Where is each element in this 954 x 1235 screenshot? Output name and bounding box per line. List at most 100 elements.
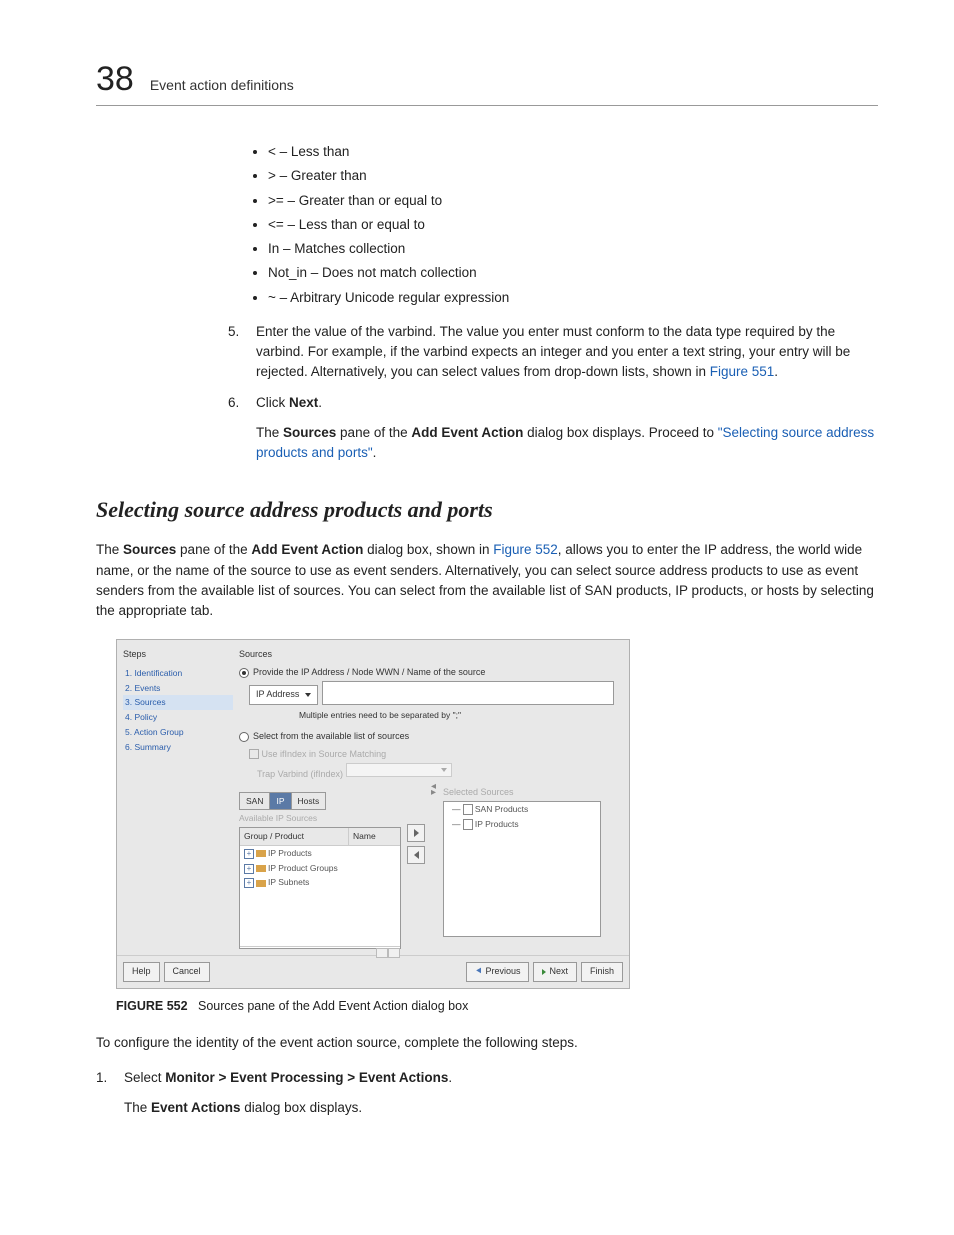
body-text: dialog box displays. Proceed to [523,425,717,440]
tree-item: IP Products [475,819,519,829]
steps-title: Steps [123,648,233,662]
scroll-left-button[interactable] [376,948,388,958]
body-text: Click [256,395,289,410]
chevron-down-icon [441,768,447,772]
wizard-step[interactable]: 5. Action Group [123,725,233,740]
page-number: 38 [96,60,134,99]
body-text: pane of the [336,425,411,440]
step-1: 1. Select Monitor > Event Processing > E… [96,1068,878,1119]
body-text: The [124,1100,151,1115]
sources-title: Sources [239,648,623,662]
list-item: <= – Less than or equal to [268,215,878,235]
next-button[interactable]: Next [533,962,577,982]
body-text: dialog box, shown in [363,542,493,557]
step-number: 6. [228,393,246,464]
menu-path: Monitor > Event Processing > Event Actio… [165,1070,448,1085]
step-number: 1. [96,1068,114,1119]
operator-list: < – Less than > – Greater than >= – Grea… [228,142,878,308]
folder-icon [256,850,266,857]
column-header: Name [349,828,380,845]
column-header: Group / Product [240,828,349,845]
radio-label: Select from the available list of source… [253,730,409,744]
back-icon: ⯇ [475,965,482,979]
sources-label: Sources [123,542,176,557]
wizard-step[interactable]: 1. Identification [123,666,233,681]
list-item: Not_in – Does not match collection [268,263,878,283]
folder-icon [256,865,266,872]
step-6: 6. Click Next. The Sources pane of the A… [228,393,878,464]
help-button[interactable]: Help [123,962,160,982]
radio-select-from-list[interactable] [239,732,249,742]
figure-caption: Sources pane of the Add Event Action dia… [198,999,468,1013]
tree-item[interactable]: IP Product Groups [268,863,338,873]
play-icon [542,969,546,975]
body-text: . [448,1070,452,1085]
use-ifindex-checkbox[interactable] [249,749,259,759]
arrow-right-icon [414,829,419,837]
wizard-step[interactable]: 4. Policy [123,710,233,725]
wizard-step[interactable]: 3. Sources [123,695,233,710]
wizard-step[interactable]: 2. Events [123,681,233,696]
radio-provide-ip[interactable] [239,668,249,678]
available-sources-list[interactable]: Group / Product Name + IP Products + IP Pr… [239,827,401,949]
expand-icon[interactable]: + [244,864,254,874]
body-text: . [373,445,377,460]
step-5: 5. Enter the value of the varbind. The v… [228,322,878,383]
add-event-action-label: Add Event Action [251,542,363,557]
body-text: To configure the identity of the event a… [96,1033,878,1053]
dropdown-value: IP Address [256,688,299,702]
body-text: . [774,364,778,379]
figure-link[interactable]: Figure 552 [493,542,558,557]
add-button[interactable] [407,824,425,842]
checkbox-label: Use ifIndex in Source Matching [262,749,387,759]
trap-varbind-label: Trap Varbind (ifIndex) [257,769,343,779]
page-header: 38 Event action definitions [96,60,878,106]
expand-icon[interactable]: + [244,849,254,859]
list-item: In – Matches collection [268,239,878,259]
tree-item[interactable]: IP Subnets [268,877,309,887]
folder-icon [256,880,266,887]
page-header-title: Event action definitions [150,77,294,93]
remove-button[interactable] [407,846,425,864]
expand-icon[interactable]: + [244,878,254,888]
figure-link[interactable]: Figure 551 [710,364,775,379]
document-icon [463,804,473,815]
body-text: . [318,395,322,410]
tree-item[interactable]: IP Products [268,848,312,858]
finish-button[interactable]: Finish [581,962,623,982]
list-item: > – Greater than [268,166,878,186]
body-text: Select [124,1070,165,1085]
body-text: dialog box displays. [241,1100,363,1115]
tab-hosts[interactable]: Hosts [292,792,327,811]
arrow-left-icon [414,851,419,859]
wizard-steps-panel: Steps 1. Identification 2. Events 3. Sou… [123,648,233,949]
available-sources-label: Available IP Sources [239,812,401,825]
trap-varbind-dropdown[interactable] [346,763,452,777]
splitter-handle[interactable]: ▸ [431,790,437,796]
step-number: 5. [228,322,246,383]
source-type-dropdown[interactable]: IP Address [249,685,318,705]
selected-sources-list[interactable]: — SAN Products — IP Products [443,801,601,937]
add-event-action-dialog: Steps 1. Identification 2. Events 3. Sou… [116,639,630,988]
list-item: < – Less than [268,142,878,162]
previous-button[interactable]: ⯇Previous [466,962,529,982]
cancel-button[interactable]: Cancel [164,962,210,982]
sources-panel: Sources Provide the IP Address / Node WW… [239,648,623,949]
next-label: Next [289,395,318,410]
hint-text: Multiple entries need to be separated by… [299,709,623,722]
tab-ip[interactable]: IP [270,792,291,811]
body-text: The [256,425,283,440]
wizard-step[interactable]: 6. Summary [123,740,233,755]
event-actions-label: Event Actions [151,1100,241,1115]
source-entry-input[interactable] [322,681,614,705]
list-item: ~ – Arbitrary Unicode regular expression [268,288,878,308]
document-icon [463,819,473,830]
tab-san[interactable]: SAN [239,792,270,811]
body-text: The [96,542,123,557]
figure-label: FIGURE 552 [116,999,188,1013]
list-item: >= – Greater than or equal to [268,191,878,211]
selected-sources-label: Selected Sources [443,784,601,802]
radio-label: Provide the IP Address / Node WWN / Name… [253,666,485,680]
scroll-right-button[interactable] [388,948,400,958]
tree-item: SAN Products [475,804,528,814]
